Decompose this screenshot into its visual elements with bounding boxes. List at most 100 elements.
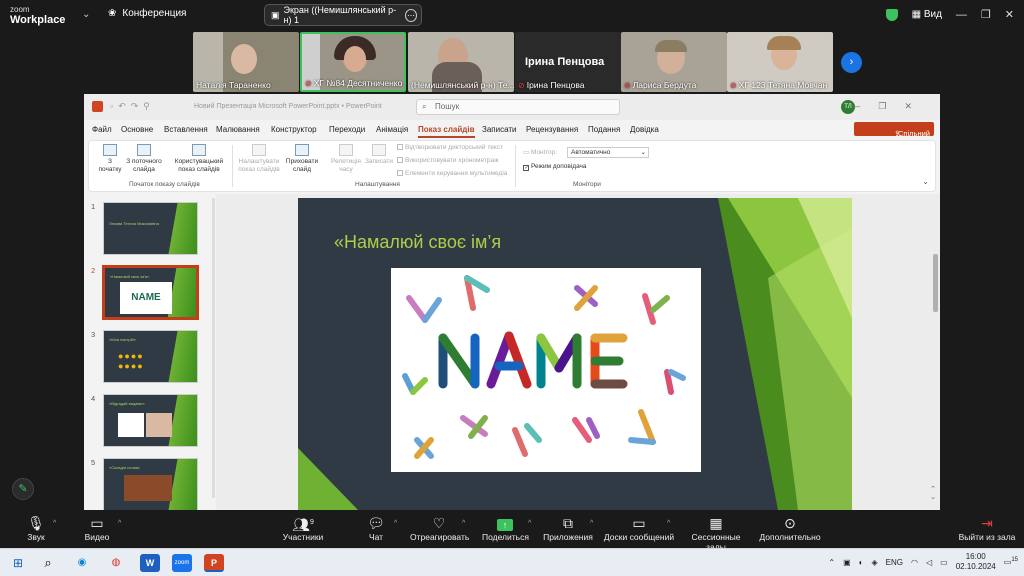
participant-name: Лариса Бердута xyxy=(632,80,697,90)
view-button[interactable]: ▦ Вид xyxy=(912,9,942,20)
scroll-arrows-icon[interactable]: ⌃ ⌄ xyxy=(930,486,936,502)
audio-options-icon[interactable]: ^ xyxy=(53,520,56,527)
apps-button[interactable]: ⧉ Приложения xyxy=(543,514,593,542)
more-button[interactable]: ⊙ Дополнительно xyxy=(758,514,822,542)
powerpoint-icon[interactable]: P xyxy=(204,554,224,572)
security-shield-icon[interactable] xyxy=(885,8,898,21)
setup-icon xyxy=(252,144,266,156)
minimize-icon[interactable]: — xyxy=(956,9,967,21)
emoji-row: ●●●● ●●●● xyxy=(118,351,144,371)
share-options-icon[interactable]: ^ xyxy=(528,520,531,527)
tab-view[interactable]: Подання xyxy=(588,125,620,134)
ppt-window-controls[interactable]: —❐✕ xyxy=(851,101,930,112)
chrome-icon[interactable]: ◍ xyxy=(106,554,126,572)
narrations-checkbox[interactable]: Відтворювати дикторський текст xyxy=(397,144,503,151)
participants-button[interactable]: 👥︎9 Участники xyxy=(280,514,326,542)
tab-animations[interactable]: Анімація xyxy=(376,125,408,134)
zoom-icon[interactable]: zoom xyxy=(172,554,192,572)
leave-button[interactable]: ⇥ Выйти из зала xyxy=(958,514,1016,542)
chevron-down-icon[interactable]: ⌄ xyxy=(82,9,90,20)
participant-tile[interactable]: ⊘ Лариса Бердута xyxy=(621,32,727,92)
tray-overflow-icon[interactable]: ⌃ xyxy=(828,558,835,567)
slide-image xyxy=(391,268,701,472)
tab-home[interactable]: Основне xyxy=(121,125,153,134)
participant-tile[interactable]: Ірина Пенцова ⊘ Ірина Пенцова xyxy=(515,32,621,92)
notifications-icon[interactable]: ▭15 xyxy=(1004,557,1018,567)
video-button[interactable]: ▭ Видео xyxy=(80,514,114,542)
restore-icon[interactable]: ❐ xyxy=(981,8,991,21)
tab-insert[interactable]: Вставлення xyxy=(164,125,208,134)
participant-tile-active-speaker[interactable]: ⊘ХГ №84 Десятниченко Д... xyxy=(300,32,406,92)
tab-record[interactable]: Записати xyxy=(482,125,517,134)
tab-review[interactable]: Рецензування xyxy=(526,125,578,134)
media-controls-checkbox[interactable]: Елементи керування мультимедіа xyxy=(397,170,507,177)
tab-draw[interactable]: Малювання xyxy=(216,125,260,134)
thumbnail-image xyxy=(118,413,144,437)
breakout-rooms-button[interactable]: ▦ Сессионные залы xyxy=(682,514,750,552)
speaker-icon[interactable]: ◁ xyxy=(926,558,932,567)
react-options-icon[interactable]: ^ xyxy=(462,520,465,527)
thumbnail-scrollbar[interactable] xyxy=(212,198,215,498)
search-icon[interactable]: ⌕ xyxy=(38,554,58,572)
share-button[interactable]: ⇪ Спільний доступ xyxy=(854,122,934,152)
screen-share-indicator[interactable]: ▣ Экран ((Немишлянський р-н) 1 ⋯ xyxy=(264,4,422,26)
record-button[interactable]: Записати xyxy=(365,144,393,166)
collapse-ribbon-icon[interactable]: ⌄ xyxy=(922,177,929,186)
presenter-view-checkbox[interactable]: ✓ Режим доповідача xyxy=(523,163,587,171)
react-button[interactable]: ♡ Отреагировать xyxy=(410,514,469,542)
tray-app-icon[interactable]: ◈ xyxy=(872,558,878,567)
clock[interactable]: 16:00 02.10.2024 xyxy=(956,552,996,572)
chat-button[interactable]: 💬︎ Чат xyxy=(364,514,388,542)
search-input[interactable]: ⌕ Пошук xyxy=(416,99,620,115)
whiteboards-options-icon[interactable]: ^ xyxy=(667,520,670,527)
current-slide[interactable]: «Намалюй своє ім’я xyxy=(298,198,852,510)
tab-file[interactable]: Файл xyxy=(92,125,112,134)
annotate-pen-button[interactable]: ✎ xyxy=(12,478,34,500)
thumbnail-image: NAME xyxy=(120,282,172,314)
chat-options-icon[interactable]: ^ xyxy=(394,520,397,527)
tab-slideshow[interactable]: Показ слайдів xyxy=(418,125,475,138)
tab-transitions[interactable]: Переходи xyxy=(329,125,365,134)
slide-thumbnail[interactable]: «Відгадай видами» xyxy=(103,394,198,447)
participant-tile[interactable]: Наталія Тараненко xyxy=(193,32,299,92)
wifi-icon[interactable]: ◠ xyxy=(911,558,918,567)
whiteboards-button[interactable]: ▭ Доски сообщений xyxy=(603,514,675,542)
word-icon[interactable]: W xyxy=(140,554,160,572)
editor-scrollbar[interactable] xyxy=(933,254,938,312)
monitor-select[interactable]: Автоматично ⌄ xyxy=(567,147,649,158)
battery-icon[interactable]: ▭ xyxy=(940,558,948,567)
next-page-button[interactable]: › xyxy=(841,52,862,73)
participant-tile[interactable]: ⊘ ХГ 123 Тетяна Мовчан xyxy=(727,32,833,92)
hide-slide-button[interactable]: Приховати слайд xyxy=(285,144,319,174)
slide-thumbnail[interactable]: «Складні слова» xyxy=(103,458,198,511)
language-indicator[interactable]: ENG xyxy=(886,558,903,567)
tab-design[interactable]: Конструктор xyxy=(271,125,317,134)
edge-icon[interactable]: ◉ xyxy=(72,554,92,572)
quick-access-icons[interactable]: ▫↶↷⚲ xyxy=(110,101,155,112)
share-screen-button[interactable]: ↑ Поделиться xyxy=(482,514,529,542)
more-options-icon[interactable]: ⋯ xyxy=(404,8,417,22)
from-start-button[interactable]: З початку xyxy=(97,144,123,174)
audio-button[interactable]: 🎙︎ Звук xyxy=(22,514,50,542)
setup-show-button[interactable]: Налаштувати показ слайдів xyxy=(235,144,283,174)
ribbon-tabs: Файл Основне Вставлення Малювання Констр… xyxy=(84,120,940,152)
video-label: Видео xyxy=(84,532,110,542)
apps-options-icon[interactable]: ^ xyxy=(590,520,593,527)
zoom-top-bar: zoom Workplace ⌄ ❀ Конференция ▣ Экран (… xyxy=(0,0,1024,31)
video-options-icon[interactable]: ^ xyxy=(118,520,121,527)
tray-app-icon[interactable]: ▣ xyxy=(843,558,851,567)
rehearse-button[interactable]: Репетиція часу xyxy=(327,144,365,174)
tab-help[interactable]: Довідка xyxy=(630,125,659,134)
from-current-button[interactable]: З поточного слайда xyxy=(125,144,163,174)
slide-thumbnail[interactable]: «Моя настрій» ●●●● ●●●● xyxy=(103,330,198,383)
close-icon[interactable]: ✕ xyxy=(1005,8,1014,21)
participant-tile[interactable]: (Немишлянський р-н) Те... xyxy=(408,32,514,92)
windows-start-icon[interactable]: ⊞ xyxy=(8,554,28,572)
tray-app-icon[interactable]: ◐ xyxy=(859,558,864,567)
participants-icon: 👥︎9 xyxy=(292,516,314,533)
custom-show-button[interactable]: Користувацький показ слайдів xyxy=(169,144,229,174)
meeting-info-button[interactable]: ❀ Конференция xyxy=(108,8,186,19)
timings-checkbox[interactable]: Використовувати хронометраж xyxy=(397,157,498,164)
slide-thumbnail[interactable]: Лекова Тетяна Миколаївна xyxy=(103,202,198,255)
slide-thumbnail-selected[interactable]: «Намалюй своє ім'я» NAME xyxy=(102,265,199,320)
